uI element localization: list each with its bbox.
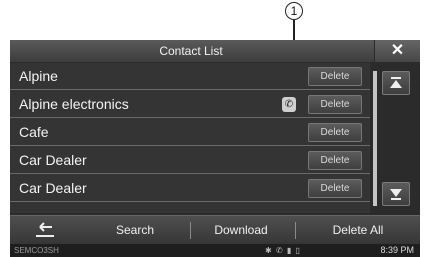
contact-list: Alpine Delete Alpine electronics ✆ Delet…: [10, 63, 370, 213]
battery-icon: ▯: [295, 246, 301, 255]
delete-all-button[interactable]: Delete All: [296, 216, 420, 245]
signal-icon: ▮: [286, 246, 293, 255]
list-item[interactable]: Car Dealer Delete: [10, 175, 370, 202]
scroll-to-bottom-icon: [390, 189, 402, 200]
contact-name: Alpine electronics: [19, 96, 129, 112]
scroll-bottom-button[interactable]: [382, 182, 410, 206]
search-button[interactable]: Search: [80, 216, 190, 245]
bluetooth-icon: ✱: [265, 246, 273, 255]
phone-icon: ✆: [275, 246, 284, 255]
list-item[interactable]: Alpine Delete: [10, 63, 370, 90]
list-item[interactable]: Alpine electronics ✆ Delete: [10, 91, 370, 118]
close-icon: ✕: [390, 42, 405, 59]
status-icons: ✱ ✆ ▮ ▯: [265, 244, 301, 257]
delete-button[interactable]: Delete: [308, 151, 362, 170]
scroll-column: [372, 63, 420, 213]
delete-button[interactable]: Delete: [308, 95, 362, 114]
delete-button[interactable]: Delete: [308, 67, 362, 86]
bottom-toolbar: Search Download Delete All: [10, 215, 420, 244]
status-bar: SEMCO3SH ✱ ✆ ▮ ▯ 8:39 PM: [10, 244, 420, 257]
close-button[interactable]: ✕: [374, 40, 420, 62]
title-bar: Contact List ✕: [10, 40, 420, 62]
handset-icon: ✆: [282, 97, 296, 112]
page-title: Contact List: [159, 44, 223, 58]
contact-name: Alpine: [19, 68, 58, 84]
status-label: SEMCO3SH: [14, 246, 59, 255]
scroll-top-button[interactable]: [382, 71, 410, 95]
callout-number: 1: [285, 2, 303, 20]
scroll-to-top-icon: [390, 77, 402, 88]
download-button[interactable]: Download: [191, 216, 291, 245]
clock: 8:39 PM: [380, 245, 414, 255]
scroll-thumb[interactable]: [373, 71, 377, 206]
contact-name: Car Dealer: [19, 152, 87, 168]
delete-button[interactable]: Delete: [308, 123, 362, 142]
contact-list-screen: Contact List ✕ Alpine Delete Alpine elec…: [10, 40, 420, 257]
delete-button[interactable]: Delete: [308, 179, 362, 198]
list-item[interactable]: Cafe Delete: [10, 119, 370, 146]
back-button[interactable]: [20, 216, 70, 245]
back-arrow-icon: [36, 222, 54, 237]
contact-name: Car Dealer: [19, 180, 87, 196]
contact-name: Cafe: [19, 124, 49, 140]
list-item[interactable]: Car Dealer Delete: [10, 147, 370, 174]
